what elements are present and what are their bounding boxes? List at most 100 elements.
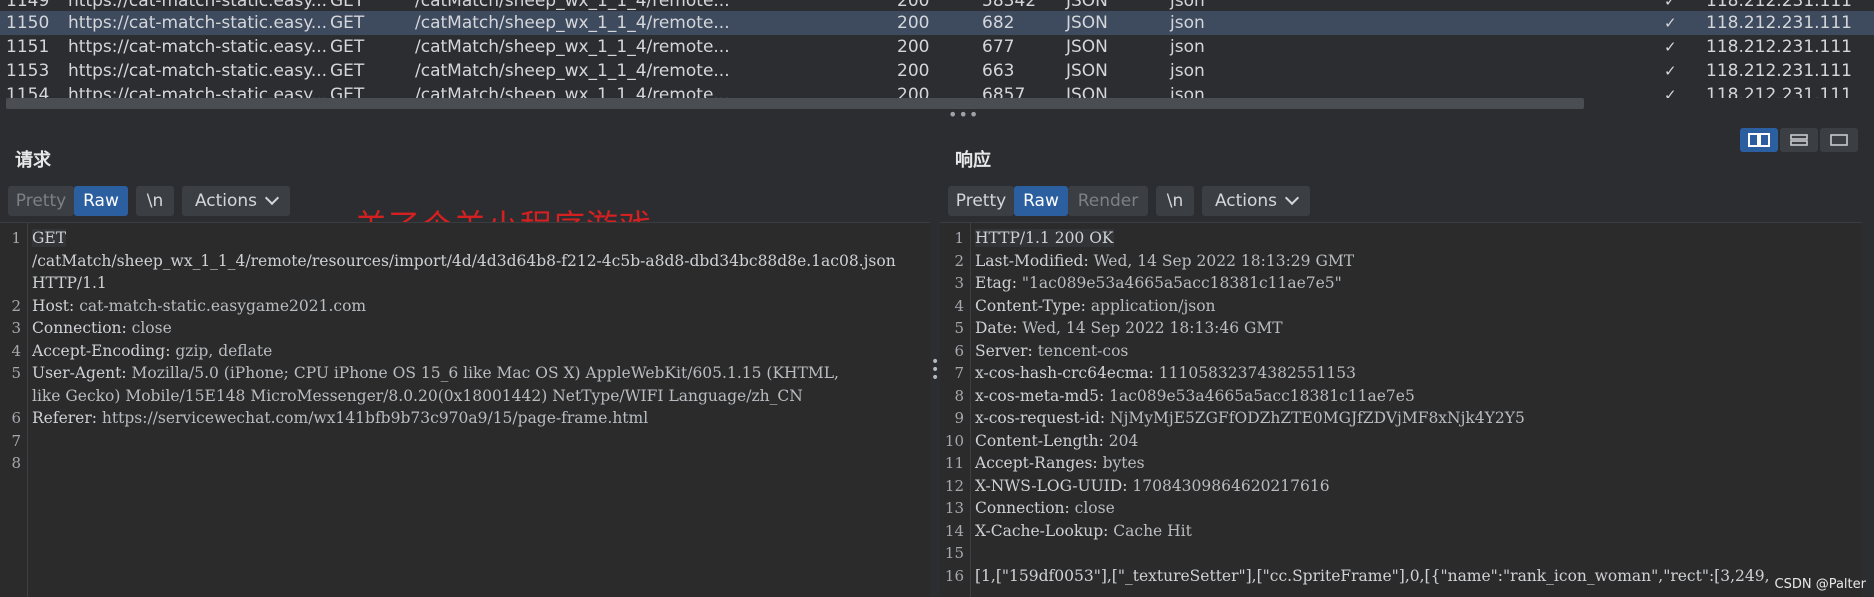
header-name: Content-Type: — [975, 296, 1091, 315]
history-cell-status: 200 — [897, 13, 930, 33]
header-name: Server: — [975, 341, 1038, 360]
layout-stacked-button[interactable] — [1780, 128, 1818, 152]
header-value: cat-match-static.easygame2021.com — [79, 296, 367, 315]
layout-side-by-side-button[interactable] — [1740, 128, 1778, 152]
history-cell-method: GET — [330, 13, 365, 33]
line-number: 5 — [11, 364, 21, 382]
header-name: X-NWS-LOG-UUID: — [975, 476, 1133, 495]
code-line: Server: tencent-cos — [975, 342, 1128, 360]
header-name: X-Cache-Lookup: — [975, 521, 1114, 540]
code-line: X-Cache-Lookup: Cache Hit — [975, 522, 1192, 540]
header-name: Referer: — [32, 409, 102, 427]
response-render-tab[interactable]: Render — [1068, 186, 1148, 216]
response-title: 响应 — [955, 150, 991, 171]
line-number: 12 — [944, 476, 964, 495]
code-line: Last-Modified: Wed, 14 Sep 2022 18:13:29… — [975, 252, 1354, 270]
header-value: Wed, 14 Sep 2022 18:13:29 GMT — [1093, 251, 1355, 270]
history-cell-url: /catMatch/sheep_wx_1_1_4/remote... — [415, 61, 730, 81]
history-row[interactable]: 1153 https://cat-match-static.easy... GET /… — [0, 59, 1874, 83]
header-name: Connection: — [32, 319, 132, 337]
layout-single-button[interactable] — [1820, 128, 1858, 152]
history-cell-url: /catMatch/sheep_wx_1_1_4/remote... — [415, 13, 730, 33]
header-name: Etag: — [975, 274, 1022, 292]
history-cell-ip: 118.212.231.111 — [1706, 13, 1853, 33]
line-number: 1 — [954, 229, 964, 247]
code-line: x-cos-meta-md5: 1ac089e53a4665a5acc18381… — [975, 387, 1415, 405]
splitter-grip-icon[interactable]: • • • — [931, 355, 939, 385]
header-name: x-cos-request-id: — [975, 409, 1111, 427]
code-line: Host: cat-match-static.easygame2021.com — [32, 297, 366, 315]
history-cell-method: GET — [330, 37, 365, 57]
line-number: 14 — [944, 521, 964, 540]
split-drag-handle[interactable]: ••• — [948, 107, 979, 123]
header-name: Host: — [32, 296, 80, 315]
header-name: [1,["159df0053"],["_textureSetter"],["cc… — [975, 566, 1770, 585]
response-editor[interactable]: 1 HTTP/1.1 200 OK 2 Last-Modified: Wed, 14 … — [940, 222, 1862, 597]
code-line: Content-Type: application/json — [975, 297, 1216, 315]
code-line: Etag: "1ac089e53a4665a5acc18381c11ae7e5" — [975, 274, 1342, 292]
history-row[interactable]: 1151 https://cat-match-static.easy... GET /… — [0, 35, 1874, 59]
line-number: 6 — [954, 341, 964, 360]
history-cell-ip: 118.212.231.111 — [1706, 37, 1853, 57]
request-newline-toggle[interactable]: \n — [136, 186, 174, 216]
request-editor[interactable]: 1 GET/catMatch/sheep_wx_1_1_4/remote/reso… — [0, 222, 930, 597]
line-number: 4 — [11, 341, 21, 360]
code-line: Connection: close — [975, 499, 1115, 517]
credit-watermark: CSDN @Palter — [1774, 577, 1866, 592]
header-name: Accept-Ranges: — [975, 454, 1103, 472]
chevron-down-icon — [264, 190, 280, 206]
header-value: like Gecko) Mobile/15E148 MicroMessenger… — [32, 386, 803, 405]
history-cell-method: GET — [330, 61, 365, 81]
code-line: [1,["159df0053"],["_textureSetter"],["cc… — [975, 567, 1770, 585]
code-line: Date: Wed, 14 Sep 2022 18:13:46 GMT — [975, 319, 1283, 337]
response-newline-toggle[interactable]: \n — [1156, 186, 1194, 216]
line-number: 4 — [954, 296, 964, 315]
response-pretty-tab[interactable]: Pretty — [948, 186, 1014, 216]
header-name: Last-Modified: — [975, 251, 1094, 270]
request-actions-menu[interactable]: Actions — [182, 186, 290, 216]
line-number: 13 — [944, 499, 964, 517]
request-pretty-tab[interactable]: Pretty — [8, 186, 74, 216]
line-number: 2 — [11, 296, 21, 315]
header-name: HTTP/1.1 200 OK — [975, 229, 1114, 247]
header-name: Connection: — [975, 499, 1075, 517]
header-name: User-Agent: — [32, 364, 132, 382]
header-value: 17084309864620217616 — [1132, 476, 1330, 495]
code-line: x-cos-request-id: NjMyMjE5ZGFfODZhZTE0MG… — [975, 409, 1525, 427]
history-cell-length: 677 — [982, 37, 1015, 57]
line-number: 2 — [954, 251, 964, 270]
history-cell-ext: json — [1170, 13, 1205, 33]
line-number: 9 — [954, 409, 964, 427]
code-line: GET — [32, 229, 67, 247]
pane-splitter[interactable] — [930, 222, 940, 596]
header-value: application/json — [1090, 296, 1216, 315]
header-value: tencent-cos — [1037, 341, 1129, 360]
history-cell-check: ✓ — [1664, 14, 1677, 32]
history-cell-num: 1150 — [6, 13, 50, 33]
code-line: Connection: close — [32, 319, 172, 337]
header-name: Date: — [975, 319, 1023, 337]
history-cell-mime: JSON — [1066, 37, 1108, 57]
request-raw-tab[interactable]: Raw — [74, 186, 128, 216]
line-number: 1 — [11, 229, 21, 247]
header-value: bytes — [1102, 454, 1145, 472]
columns-icon — [1748, 133, 1770, 147]
history-scrollbar-thumb[interactable] — [6, 98, 1584, 109]
history-row[interactable]: 1150 https://cat-match-static.easy... GET /… — [0, 11, 1874, 35]
line-number: 7 — [954, 364, 964, 382]
history-cell-status: 200 — [897, 61, 930, 81]
header-value: Wed, 14 Sep 2022 18:13:46 GMT — [1022, 319, 1283, 337]
history-cell-host: https://cat-match-static.easy... — [68, 13, 328, 33]
header-name: x-cos-meta-md5: — [975, 386, 1110, 405]
code-line: x-cos-hash-crc64ecma: 111058323743825511… — [975, 364, 1356, 382]
response-actions-menu[interactable]: Actions — [1202, 186, 1310, 216]
response-raw-tab[interactable]: Raw — [1014, 186, 1068, 216]
line-number: 10 — [944, 431, 964, 450]
header-name: Accept-Encoding: — [32, 341, 176, 360]
header-name: GET — [32, 229, 67, 247]
response-scrollbar[interactable] — [1862, 222, 1874, 596]
history-cell-num: 1151 — [6, 37, 50, 57]
history-cell-ext: json — [1170, 61, 1205, 81]
code-line: X-NWS-LOG-UUID: 17084309864620217616 — [975, 477, 1330, 495]
header-value: https://servicewechat.com/wx141bfb9b73c9… — [101, 409, 649, 427]
